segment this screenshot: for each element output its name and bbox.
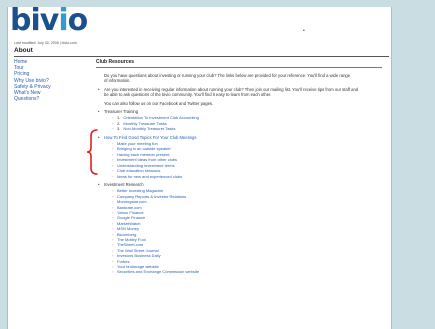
sidebar-item-questions[interactable]: Questions?: [14, 96, 74, 102]
item-number: 3.: [117, 126, 121, 132]
sidebar-nav: Home Tour Pricing Why Use bivio? Safety …: [14, 59, 74, 102]
treasurer-link[interactable]: Monthly Treasurer Tasks: [123, 121, 167, 126]
treasurer-link[interactable]: Non-Monthly Treasurer Tasks: [123, 126, 175, 131]
title-divider: [14, 56, 389, 57]
investment-research-group: Investment Research Better Investing Mag…: [98, 182, 388, 275]
mailing-list-bullet: Are you interested in receiving regular …: [98, 87, 360, 98]
list-item[interactable]: 3.Non-Monthly Treasurer Tasks: [112, 126, 388, 132]
bivio-logo[interactable]: bivio: [10, 7, 89, 38]
meeting-topics-group: How To Find Good Topics For Your Club Me…: [98, 135, 388, 180]
investment-research-title: Investment Research: [104, 181, 144, 187]
logo-suffix: o: [67, 7, 89, 38]
item-number: 1.: [117, 115, 121, 121]
list-item[interactable]: Securities and Exchange Commission websi…: [112, 269, 388, 275]
page-title: About: [14, 47, 33, 54]
logo-prefix: biv: [10, 7, 59, 38]
intro-paragraph: Do you have questions about investing or…: [104, 73, 351, 84]
logo-accent: i: [58, 7, 68, 38]
meeting-topics-list: Make your meeting fun Bringing in an out…: [112, 141, 388, 179]
callout-bracket: [87, 129, 98, 175]
list-item[interactable]: Ideas for new and experienced clubs: [112, 174, 388, 180]
last-modified-text: Last modified: July 30, 2008 | bivio.com: [14, 41, 77, 45]
right-margin-bullet: •: [303, 28, 305, 34]
treasurer-training-group: Treasurer Training 1.Orientation To Inve…: [98, 109, 388, 132]
section-divider: [96, 67, 382, 68]
page-frame: bivio Last modified: July 30, 2008 | biv…: [7, 7, 392, 329]
investment-research-list: Better Investing Magazine Company Report…: [112, 188, 388, 275]
treasurer-training-title: Treasurer Training: [104, 109, 139, 115]
item-number: 2.: [117, 120, 121, 126]
meeting-topics-title[interactable]: How To Find Good Topics For Your Club Me…: [104, 135, 388, 140]
section-title: Club Resources: [96, 59, 135, 65]
main-content: Club Resources Do you have questions abo…: [96, 59, 388, 278]
mailing-list-text: Are you interested in receiving regular …: [104, 86, 359, 98]
treasurer-link[interactable]: Orientation To Investment Club Accountin…: [123, 115, 199, 120]
social-follow-text: You can also follow us on our Facebook a…: [104, 100, 214, 106]
treasurer-training-list: 1.Orientation To Investment Club Account…: [112, 115, 388, 132]
